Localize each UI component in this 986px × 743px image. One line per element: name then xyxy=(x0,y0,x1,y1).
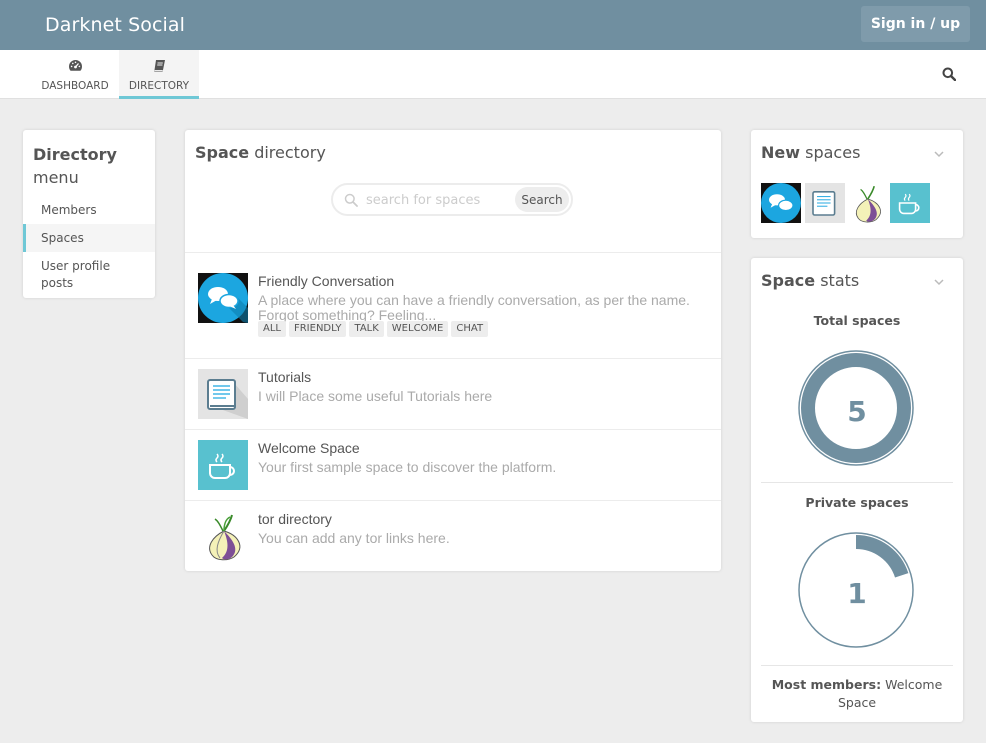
space-name[interactable]: Friendly Conversation xyxy=(258,273,394,289)
tab-dashboard[interactable]: DASHBOARD xyxy=(35,50,115,99)
brand-title[interactable]: Darknet Social xyxy=(45,14,185,36)
document-icon xyxy=(198,369,248,419)
sign-in-button[interactable]: Sign in / up xyxy=(861,6,970,42)
tag-welcome[interactable]: WELCOME xyxy=(386,321,449,337)
new-spaces-panel: New spaces xyxy=(751,130,963,238)
chevron-down-icon[interactable] xyxy=(933,275,945,287)
space-search-box: Search xyxy=(331,183,573,216)
nav-bar: DASHBOARD DIRECTORY xyxy=(0,50,986,99)
tag-list: ALL FRIENDLY TALK WELCOME CHAT xyxy=(258,318,491,337)
private-spaces-value: 1 xyxy=(847,577,867,610)
total-spaces-value: 5 xyxy=(847,395,867,428)
directory-title: Space directory xyxy=(195,143,326,162)
new-spaces-title-bold: New xyxy=(761,143,801,162)
tag-all[interactable]: ALL xyxy=(258,321,286,337)
tag-talk[interactable]: TALK xyxy=(349,321,384,337)
divider xyxy=(185,252,721,253)
onion-icon[interactable] xyxy=(847,183,887,223)
menu-item-user-profile-posts[interactable]: User profile posts xyxy=(23,258,143,292)
new-spaces-title-light: spaces xyxy=(805,143,861,162)
coffee-cup-icon xyxy=(198,440,248,490)
search-button[interactable]: Search xyxy=(515,187,569,212)
menu-title: Directory menu xyxy=(33,143,117,189)
menu-item-spaces[interactable]: Spaces xyxy=(23,224,155,252)
space-name[interactable]: Welcome Space xyxy=(258,440,360,456)
stats-title-bold: Space xyxy=(761,271,816,290)
tab-directory[interactable]: DIRECTORY xyxy=(119,50,199,99)
space-stats-panel: Space stats Total spaces 5 Private space… xyxy=(751,258,963,722)
document-icon[interactable] xyxy=(805,183,845,223)
dashboard-icon xyxy=(35,59,115,73)
divider xyxy=(185,500,721,501)
space-description: Your first sample space to discover the … xyxy=(258,459,557,475)
tag-chat[interactable]: CHAT xyxy=(451,321,489,337)
tab-dashboard-label: DASHBOARD xyxy=(41,80,109,92)
space-name[interactable]: tor directory xyxy=(258,511,332,527)
directory-title-bold: Space xyxy=(195,143,250,162)
stats-title-light: stats xyxy=(820,271,860,290)
chat-bubbles-icon xyxy=(198,273,248,323)
chat-bubbles-icon[interactable] xyxy=(761,183,801,223)
space-directory-panel: Space directory Search Friendly C xyxy=(185,130,721,571)
divider xyxy=(761,665,953,666)
menu-title-light: menu xyxy=(33,168,79,187)
divider xyxy=(185,358,721,359)
total-spaces-label: Total spaces xyxy=(813,313,901,328)
divider xyxy=(185,429,721,430)
space-row-tutorials[interactable]: Tutorials I will Place some useful Tutor… xyxy=(185,369,721,419)
new-spaces-title: New spaces xyxy=(761,143,860,162)
directory-title-light: directory xyxy=(254,143,326,162)
stats-title: Space stats xyxy=(761,271,859,290)
most-members-text: Most members: Welcome Space xyxy=(765,676,949,712)
space-row-friendly-conversation[interactable]: Friendly Conversation A place where you … xyxy=(185,273,721,346)
menu-title-bold: Directory xyxy=(33,145,117,164)
coffee-cup-icon[interactable] xyxy=(890,183,930,223)
menu-item-members[interactable]: Members xyxy=(23,202,155,219)
divider xyxy=(761,482,953,483)
space-name[interactable]: Tutorials xyxy=(258,369,311,385)
onion-icon xyxy=(198,511,248,561)
space-description: You can add any tor links here. xyxy=(258,530,450,546)
space-row-welcome-space[interactable]: Welcome Space Your first sample space to… xyxy=(185,440,721,490)
top-bar: Darknet Social Sign in / up xyxy=(0,0,986,50)
space-description: I will Place some useful Tutorials here xyxy=(258,388,493,404)
search-icon[interactable] xyxy=(942,67,958,83)
private-spaces-label: Private spaces xyxy=(805,495,909,510)
most-members-label: Most members: xyxy=(771,677,882,692)
chevron-down-icon[interactable] xyxy=(933,147,945,159)
directory-menu-panel: Directory menu Members Spaces User profi… xyxy=(23,130,155,298)
tab-directory-label: DIRECTORY xyxy=(128,80,190,92)
search-icon xyxy=(344,193,358,207)
book-icon xyxy=(119,59,199,73)
tag-friendly[interactable]: FRIENDLY xyxy=(288,321,347,337)
space-row-tor-directory[interactable]: tor directory You can add any tor links … xyxy=(185,511,721,561)
space-search-input[interactable] xyxy=(366,190,511,210)
